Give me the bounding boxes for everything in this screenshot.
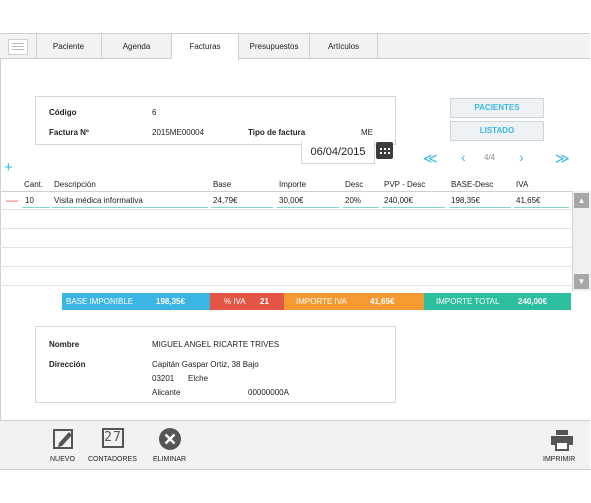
cell-underline (449, 207, 511, 208)
contadores-button[interactable]: 27 CONTADORES (88, 421, 140, 469)
col-pvp-desc: PVP - Desc (384, 180, 426, 189)
base-imponible-total: BASE IMPONIBLE 198,35€ (62, 293, 210, 310)
importe-total-value: 240,00€ (518, 297, 547, 306)
table-scrollbar[interactable]: ▲ ▼ (572, 191, 591, 291)
menu-icon (8, 39, 28, 55)
col-base-desc: BASE-Desc (451, 180, 494, 189)
tipo-factura-label: Tipo de factura (248, 128, 306, 137)
add-line-icon[interactable]: + (4, 160, 13, 175)
next-page-icon[interactable]: › (519, 150, 524, 164)
listado-button[interactable]: LISTADO (450, 121, 544, 141)
imprimir-label: IMPRIMIR (543, 456, 576, 463)
tab-articulos[interactable]: Artículos (310, 34, 378, 59)
nuevo-button[interactable]: NUEVO (48, 421, 80, 469)
col-cant: Cant. (24, 180, 44, 189)
iva-percent-value: 21 (260, 297, 269, 306)
codigo-label: Código (49, 108, 77, 117)
eliminar-label: ELIMINAR (153, 456, 187, 463)
base-imponible-value: 198,35€ (156, 297, 185, 306)
cell-underline (211, 207, 273, 208)
address-line[interactable]: Capitán Gaspar Ortiz, 38 Bajo (152, 360, 259, 369)
delete-icon (159, 428, 181, 450)
cell-base[interactable]: 24,79€ (213, 196, 237, 205)
table-row-empty[interactable] (0, 267, 572, 286)
invoice-header-box: Código 6 Factura Nº 2015ME00004 Tipo de … (35, 96, 396, 145)
bottom-toolbar: NUEVO 27 CONTADORES ELIMINAR IMPRIMIR (0, 420, 590, 469)
contadores-label: CONTADORES (88, 456, 137, 463)
nombre-value[interactable]: MIGUEL ANGEL RICARTE TRIVES (152, 340, 279, 349)
city[interactable]: Elche (188, 374, 208, 383)
col-base: Base (213, 180, 232, 189)
remove-line-icon[interactable]: — (6, 193, 18, 207)
tab-agenda[interactable]: Agenda (102, 34, 172, 59)
calendar-icon[interactable] (376, 142, 393, 159)
importe-iva-label: IMPORTE IVA (296, 297, 347, 306)
base-imponible-label: BASE IMPONIBLE (66, 297, 134, 306)
tab-paciente[interactable]: Paciente (36, 34, 102, 59)
col-importe: Importe (279, 180, 307, 189)
direccion-label: Dirección (49, 360, 86, 369)
cell-underline (514, 207, 569, 208)
codigo-value[interactable]: 6 (152, 108, 156, 117)
nif[interactable]: 00000000A (248, 388, 289, 397)
col-iva: IVA (516, 180, 529, 189)
tipo-factura-value[interactable]: ME (361, 128, 373, 137)
cell-iva[interactable]: 41,65€ (516, 196, 540, 205)
table-row-empty[interactable] (0, 229, 572, 248)
tab-bar: Paciente Agenda Facturas Presupuestos Ar… (0, 33, 590, 60)
menu-button[interactable] (0, 34, 37, 59)
factura-label: Factura Nº (49, 128, 89, 137)
cell-descripcion[interactable]: Visita médica informativa (54, 196, 143, 205)
previous-page-icon[interactable]: ‹ (461, 150, 466, 164)
cell-underline (22, 207, 50, 208)
cell-pvp-desc[interactable]: 240,00€ (384, 196, 413, 205)
counter-icon: 27 (102, 428, 124, 448)
importe-total-label: IMPORTE TOTAL (436, 297, 500, 306)
nombre-label: Nombre (49, 340, 80, 349)
importe-iva-value: 41,65€ (370, 297, 395, 306)
postal-code[interactable]: 03201 (152, 374, 174, 383)
first-page-icon[interactable]: ≪ (423, 151, 438, 165)
cell-underline (343, 207, 379, 208)
tab-presupuestos[interactable]: Presupuestos (239, 34, 310, 59)
tab-facturas[interactable]: Facturas (172, 34, 239, 60)
cell-cant[interactable]: 10 (25, 196, 34, 205)
importe-iva-total: IMPORTE IVA 41,65€ (284, 293, 424, 310)
patient-box: Nombre MIGUEL ANGEL RICARTE TRIVES Direc… (35, 326, 396, 403)
iva-percent-label: % IVA (224, 297, 246, 306)
cell-underline (52, 207, 208, 208)
cell-underline (382, 207, 445, 208)
province[interactable]: Alicante (152, 388, 180, 397)
cell-importe[interactable]: 30,00€ (279, 196, 303, 205)
col-desc: Desc (345, 180, 364, 189)
table-row[interactable]: — 10 Visita médica informativa 24,79€ 30… (0, 191, 572, 210)
table-header: Cant. Descripción Base Importe Desc PVP … (0, 178, 590, 192)
eliminar-button[interactable]: ELIMINAR (150, 421, 190, 469)
cell-base-desc[interactable]: 198,35€ (451, 196, 480, 205)
iva-percent-total: % IVA 21 (210, 293, 284, 310)
imprimir-button[interactable]: IMPRIMIR (540, 421, 584, 469)
pacientes-button[interactable]: PACIENTES (450, 98, 544, 118)
scroll-up-icon[interactable]: ▲ (574, 193, 589, 208)
table-row-empty[interactable] (0, 210, 572, 229)
last-page-icon[interactable]: ≫ (555, 151, 570, 165)
cell-underline (277, 207, 339, 208)
table-row-empty[interactable] (0, 248, 572, 267)
factura-value[interactable]: 2015ME00004 (152, 128, 204, 137)
page-indicator: 4/4 (484, 153, 496, 162)
edit-icon (53, 429, 73, 449)
importe-total: IMPORTE TOTAL 240,00€ (424, 293, 571, 310)
scroll-down-icon[interactable]: ▼ (574, 274, 589, 289)
cell-desc[interactable]: 20% (345, 196, 361, 205)
nuevo-label: NUEVO (50, 456, 75, 463)
col-descripcion: Descripción (54, 180, 96, 189)
printer-icon (551, 430, 573, 451)
invoice-date-field[interactable]: 06/04/2015 (301, 141, 375, 164)
